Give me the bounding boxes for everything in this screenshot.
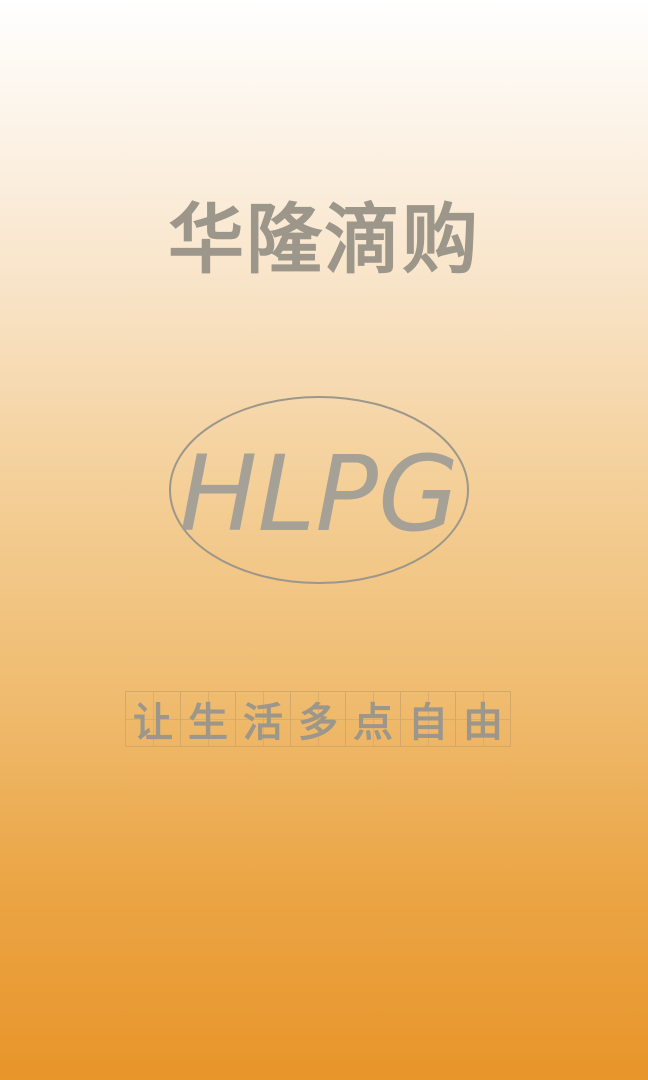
slogan-char: 生 (188, 700, 228, 746)
slogan-char: 多 (298, 700, 338, 746)
splash-screen: 华隆滴购 HLPG 让 生 活 多 点 自 由 (0, 0, 648, 1080)
hlpg-logo: HLPG (166, 393, 472, 587)
logo-text: HLPG (179, 433, 458, 555)
app-title: 华隆滴购 (168, 195, 480, 284)
slogan-cell: 活 (235, 691, 291, 747)
slogan-cell: 自 (400, 691, 456, 747)
slogan-cell: 让 (125, 691, 181, 747)
slogan-char: 让 (133, 700, 173, 746)
slogan-char: 由 (463, 700, 503, 746)
slogan-char: 点 (353, 700, 393, 746)
slogan-cell: 点 (345, 691, 401, 747)
hlpg-ellipse-logo-icon: HLPG (169, 396, 469, 584)
slogan-cell: 生 (180, 691, 236, 747)
slogan-cell: 由 (455, 691, 511, 747)
slogan: 让 生 活 多 点 自 由 (125, 691, 511, 747)
slogan-char: 自 (408, 700, 448, 746)
slogan-char: 活 (243, 700, 283, 746)
slogan-cell: 多 (290, 691, 346, 747)
